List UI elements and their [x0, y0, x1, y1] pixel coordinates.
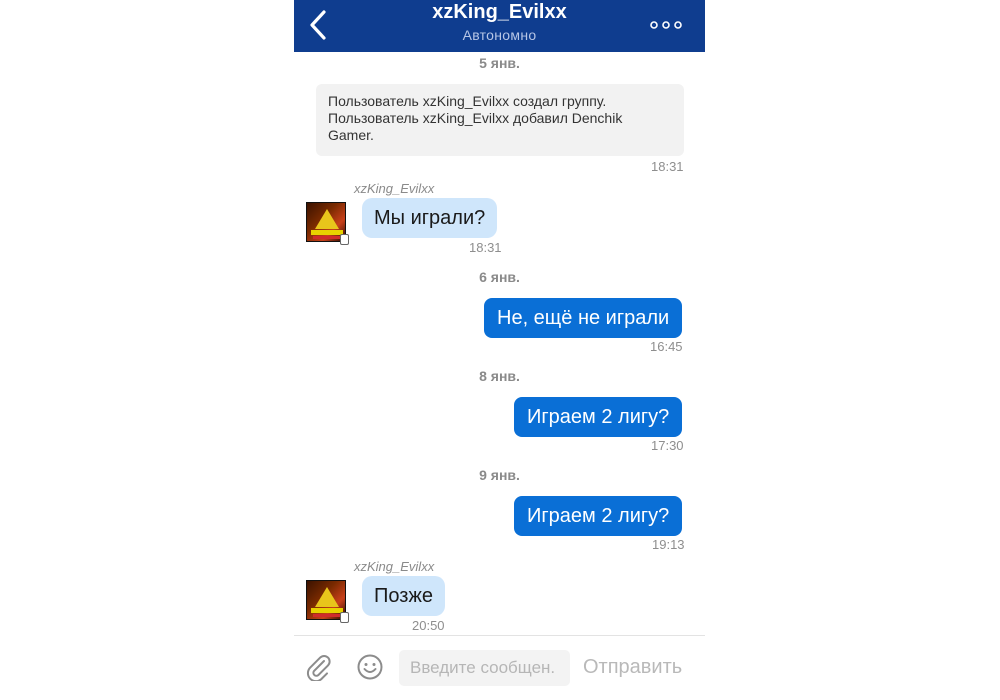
date-separator: 5 янв.	[479, 55, 520, 71]
send-button[interactable]: Отправить	[583, 656, 682, 679]
message-time: 19:13	[652, 537, 685, 552]
system-message: Пользователь xzKing_Evilxx создал группу…	[316, 84, 684, 156]
chat-screen: xzKing_Evilxx Автономно 5 янв. Пользоват…	[294, 0, 705, 700]
message-time: 16:45	[650, 339, 683, 354]
sender-name: xzKing_Evilxx	[354, 559, 435, 574]
date-separator: 8 янв.	[479, 368, 520, 384]
message-time: 18:31	[469, 240, 502, 255]
chat-status: Автономно	[462, 27, 537, 43]
more-options-button[interactable]	[649, 18, 683, 30]
system-message-line: Пользователь xzKing_Evilxx создал группу…	[328, 93, 607, 109]
chat-title[interactable]: xzKing_Evilxx	[294, 1, 705, 24]
composer-divider	[294, 635, 705, 636]
outgoing-message-bubble[interactable]: Играем 2 лигу?	[514, 496, 683, 536]
date-separator: 6 янв.	[479, 269, 520, 285]
message-time: 20:50	[412, 618, 445, 633]
message-time: 18:31	[651, 159, 684, 174]
incoming-message-bubble[interactable]: Мы играли?	[362, 198, 498, 238]
system-message-line: Gamer.	[328, 127, 374, 143]
mobile-icon	[340, 234, 349, 245]
message-input[interactable]	[399, 650, 570, 686]
mobile-icon	[340, 612, 349, 623]
more-dots-icon	[650, 21, 682, 29]
incoming-message-bubble[interactable]: Позже	[362, 576, 445, 616]
system-message-line: Пользователь xzKing_Evilxx добавил Dench…	[328, 110, 623, 126]
sender-name: xzKing_Evilxx	[354, 181, 435, 196]
chat-header: xzKing_Evilxx Автономно	[294, 0, 705, 52]
attach-button[interactable]	[304, 653, 332, 683]
paperclip-icon	[306, 655, 331, 683]
message-time: 17:30	[651, 438, 684, 453]
outgoing-message-bubble[interactable]: Не, ещё не играли	[484, 298, 683, 338]
outgoing-message-bubble[interactable]: Играем 2 лигу?	[514, 397, 683, 437]
emoji-button[interactable]	[357, 654, 383, 680]
smiley-icon	[357, 654, 383, 680]
date-separator: 9 янв.	[479, 467, 520, 483]
